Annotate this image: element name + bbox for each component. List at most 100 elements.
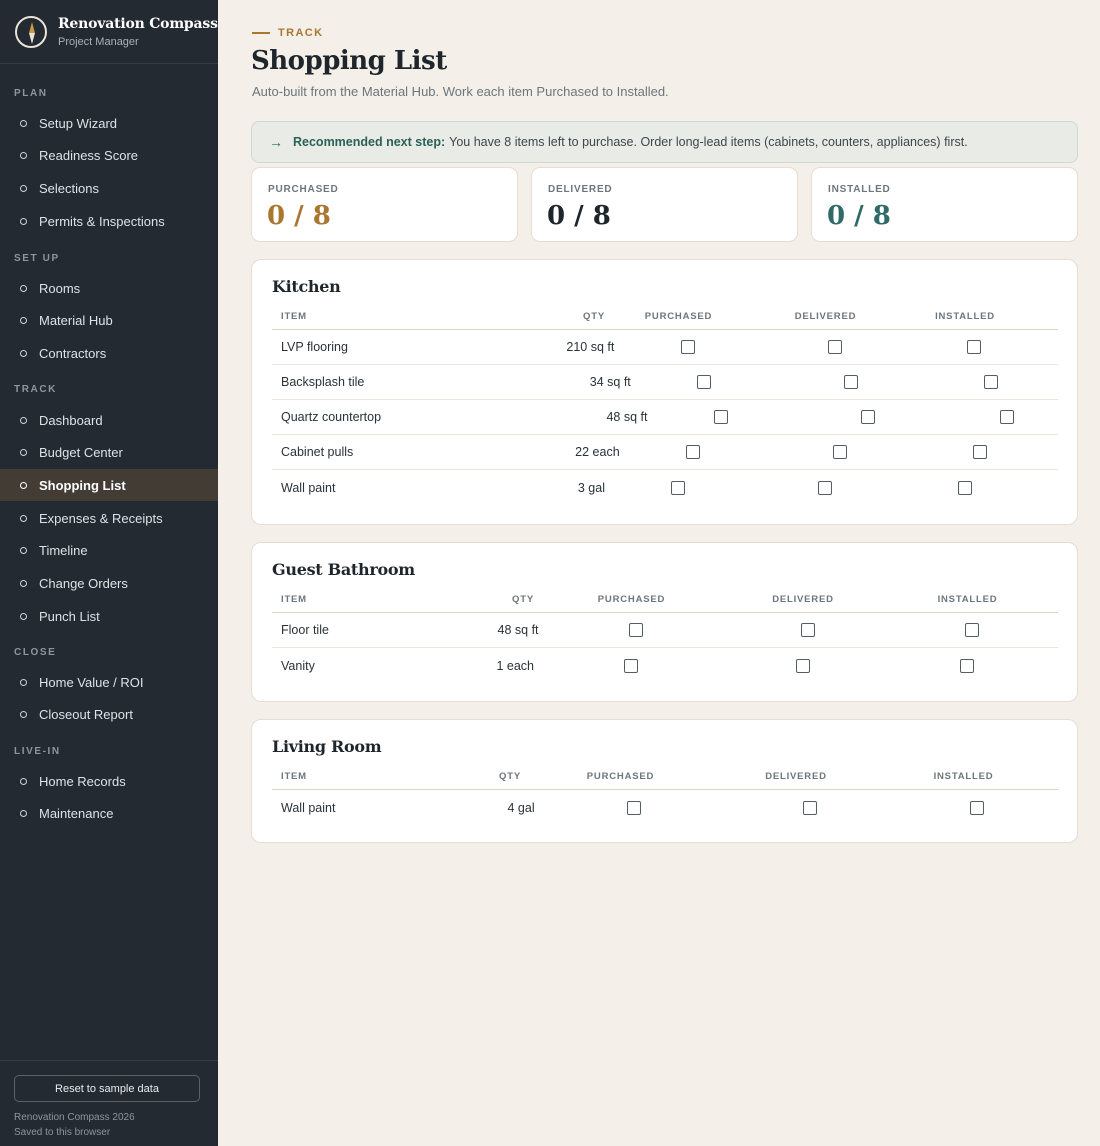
sidebar-item-dashboard[interactable]: Dashboard: [0, 404, 218, 436]
cell-installed: [877, 658, 1058, 673]
stat-label: PURCHASED: [268, 184, 339, 195]
delivered-checkbox[interactable]: [795, 658, 810, 673]
column-header-item: ITEM: [281, 311, 307, 322]
circle-icon: [20, 612, 27, 620]
sidebar-item-maintenance[interactable]: Maintenance: [0, 798, 218, 830]
sidebar-item-timeline[interactable]: Timeline: [0, 535, 218, 567]
sidebar-item-rooms[interactable]: Rooms: [0, 272, 218, 304]
sidebar: Renovation Compass Project Manager PLAN S…: [0, 0, 218, 1146]
sidebar-item-label: Punch List: [39, 608, 100, 624]
item-name: Quartz countertop: [281, 410, 382, 424]
installed-checkbox[interactable]: [957, 480, 972, 495]
sidebar-item-selections[interactable]: Selections: [0, 172, 218, 204]
sidebar-item-punch-list[interactable]: Punch List: [0, 600, 218, 632]
column-header-delivered: DELIVERED: [794, 311, 857, 322]
circle-icon: [20, 481, 27, 489]
delivered-checkbox[interactable]: [800, 623, 815, 637]
delivered-checkbox[interactable]: [860, 410, 875, 424]
stat-card-purchased: PURCHASED 0 / 8: [251, 167, 518, 242]
sidebar-item-shopping-list[interactable]: Shopping List: [0, 469, 218, 502]
sidebar-item-setup-wizard[interactable]: Setup Wizard: [0, 107, 218, 139]
sidebar-item-readiness-score[interactable]: Readiness Score: [0, 140, 218, 172]
purchased-checkbox[interactable]: [697, 375, 712, 389]
cell-delivered: [767, 445, 914, 459]
recommendation-lead: Recommended next step:: [293, 135, 446, 149]
circle-icon: [20, 284, 27, 292]
installed-checkbox[interactable]: [983, 375, 998, 389]
items-table: ITEM QTY PURCHASED DELIVERED INSTALLED LVP fl…: [272, 304, 1058, 505]
purchased-checkbox[interactable]: [680, 340, 695, 354]
installed-checkbox[interactable]: [970, 800, 985, 815]
purchased-checkbox[interactable]: [627, 800, 642, 815]
sidebar-item-label: Contractors: [39, 345, 107, 361]
purchased-checkbox[interactable]: [624, 658, 639, 673]
circle-icon: [20, 449, 27, 457]
column-header-installed: INSTALLED: [937, 594, 998, 605]
table-row: Floor tile 48 sq ft: [272, 613, 1058, 648]
sidebar-item-closeout-report[interactable]: Closeout Report: [0, 699, 218, 731]
sidebar-item-label: Budget Center: [39, 445, 123, 461]
room-card-guest-bathroom: Guest Bathroom ITEM QTY PURCHASED DELIVERED I…: [251, 542, 1078, 702]
sidebar-item-label: Home Value / ROI: [39, 674, 144, 690]
circle-icon: [20, 416, 27, 424]
installed-checkbox[interactable]: [960, 658, 975, 673]
circle-icon: [20, 119, 27, 127]
sidebar-item-label: Setup Wizard: [39, 115, 118, 131]
page-subtitle: Auto-built from the Material Hub. Work e…: [252, 84, 669, 99]
sidebar-item-label: Permits & Inspections: [39, 213, 165, 229]
circle-icon: [20, 777, 27, 785]
column-header-qty: QTY: [499, 771, 521, 782]
sidebar-item-contractors[interactable]: Contractors: [0, 337, 218, 369]
purchased-checkbox[interactable]: [629, 623, 644, 637]
purchased-checkbox[interactable]: [671, 480, 686, 495]
sidebar-item-change-orders[interactable]: Change Orders: [0, 568, 218, 600]
room-title: Living Room: [272, 737, 382, 756]
table-header: ITEM QTY PURCHASED DELIVERED INSTALLED: [272, 764, 1058, 790]
installed-checkbox[interactable]: [972, 445, 987, 459]
main-content: TRACK Shopping List Auto-built from the …: [218, 0, 1100, 1146]
sidebar-item-label: Material Hub: [39, 313, 113, 329]
cell-installed: [941, 410, 1073, 424]
sidebar-item-label: Maintenance: [39, 806, 114, 822]
delivered-checkbox[interactable]: [802, 800, 817, 815]
table-row: Backsplash tile 34 sq ft: [272, 365, 1058, 400]
nav-section-live-in: LIVE-IN: [14, 746, 61, 757]
stat-label: INSTALLED: [828, 184, 891, 195]
cell-purchased: [614, 340, 761, 354]
purchased-checkbox[interactable]: [686, 445, 701, 459]
table-row: Vanity 1 each: [272, 648, 1058, 683]
installed-checkbox[interactable]: [967, 340, 982, 354]
circle-icon: [20, 678, 27, 686]
circle-icon: [20, 810, 27, 818]
sidebar-item-home-records[interactable]: Home Records: [0, 765, 218, 797]
nav-section-close: CLOSE: [14, 647, 57, 658]
item-name: Wall paint: [281, 480, 336, 495]
table-row: LVP flooring 210 sq ft: [272, 330, 1058, 365]
item-name: Backsplash tile: [281, 375, 365, 389]
eyebrow-label: TRACK: [278, 27, 324, 39]
sidebar-item-home-value-roi[interactable]: Home Value / ROI: [0, 666, 218, 698]
compass-icon: [15, 15, 47, 48]
sidebar-item-label: Selections: [39, 180, 99, 196]
circle-icon: [20, 349, 27, 357]
delivered-checkbox[interactable]: [844, 375, 859, 389]
sidebar-item-expenses-receipts[interactable]: Expenses & Receipts: [0, 502, 218, 534]
delivered-checkbox[interactable]: [833, 445, 848, 459]
installed-checkbox[interactable]: [1000, 410, 1015, 424]
delivered-checkbox[interactable]: [818, 480, 833, 495]
installed-checkbox[interactable]: [965, 623, 980, 637]
sidebar-item-permits-inspections[interactable]: Permits & Inspections: [0, 205, 218, 237]
brand-title: Renovation Compass: [58, 15, 218, 32]
column-header-purchased: PURCHASED: [586, 771, 655, 782]
sidebar-item-material-hub[interactable]: Material Hub: [0, 305, 218, 337]
purchased-checkbox[interactable]: [713, 410, 728, 424]
table-row: Wall paint 4 gal: [272, 790, 1058, 825]
cell-purchased: [631, 375, 778, 389]
brand-subtitle: Project Manager: [58, 35, 139, 48]
delivered-checkbox[interactable]: [827, 340, 842, 354]
reset-sample-data-button[interactable]: Reset to sample data: [14, 1075, 200, 1102]
recommendation-text: You have 8 items left to purchase. Order…: [449, 135, 968, 149]
table-header: ITEM QTY PURCHASED DELIVERED INSTALLED: [272, 587, 1058, 613]
sidebar-item-budget-center[interactable]: Budget Center: [0, 437, 218, 469]
page-title: Shopping List: [251, 46, 447, 76]
